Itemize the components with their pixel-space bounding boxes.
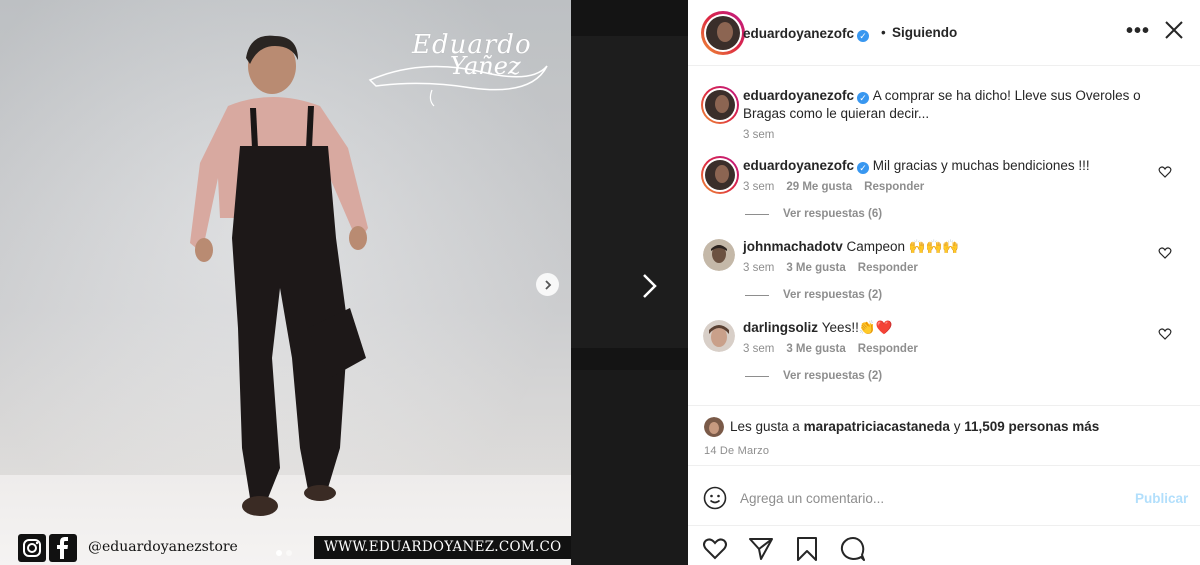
- like-heart-icon[interactable]: [702, 536, 728, 562]
- comment-time[interactable]: 3 sem: [743, 181, 774, 193]
- likes-count-link[interactable]: 11,509 personas más: [964, 419, 1099, 434]
- reply-button[interactable]: Responder: [864, 181, 924, 193]
- comment-likes[interactable]: 3 Me gusta: [786, 343, 845, 355]
- post-details-panel: eduardoyanezofc ✓ • Siguiendo ••• eduardo…: [688, 0, 1200, 565]
- avatar-image: [703, 239, 735, 271]
- publish-button[interactable]: Publicar: [1135, 491, 1188, 506]
- signature-text-last: Yañez: [450, 52, 521, 80]
- comment-likes[interactable]: 29 Me gusta: [786, 181, 852, 193]
- username-link[interactable]: eduardoyanezofc: [743, 26, 854, 41]
- view-replies-label: Ver respuestas (2): [783, 289, 883, 301]
- comment-meta: 3 sem 29 Me gusta Responder: [743, 181, 924, 193]
- avatar-image: [705, 90, 735, 120]
- view-replies-label: Ver respuestas (2): [783, 370, 883, 382]
- post-header: eduardoyanezofc ✓ • Siguiendo •••: [688, 0, 1200, 66]
- comment-time[interactable]: 3 sem: [743, 262, 774, 274]
- chevron-right-icon: [643, 274, 657, 298]
- model-figure-illustration: [190, 35, 368, 516]
- store-handle: @eduardoyanezstore: [88, 539, 238, 555]
- comment-body: Mil gracias y muchas bendiciones !!!: [872, 158, 1090, 173]
- following-button[interactable]: Siguiendo: [892, 25, 957, 40]
- avatar-image: [705, 160, 735, 190]
- instagram-icon: [18, 534, 46, 562]
- facebook-icon: [49, 534, 77, 562]
- comment-composer: Publicar: [688, 465, 1200, 525]
- like-comment-heart-icon[interactable]: [1158, 246, 1172, 260]
- comment-username[interactable]: eduardoyanezofc: [743, 158, 854, 173]
- like-comment-heart-icon[interactable]: [1158, 327, 1172, 341]
- more-options-icon[interactable]: •••: [1126, 20, 1150, 43]
- comment-username[interactable]: johnmachadotv: [743, 239, 843, 254]
- brand-banner: @eduardoyanezstore WWW.EDUARDOYANEZ.COM.…: [0, 528, 571, 565]
- post-date[interactable]: 14 De Marzo: [704, 445, 769, 457]
- comments-list: eduardoyanezofc ✓ A comprar se ha dicho! …: [688, 66, 1200, 406]
- avatar[interactable]: [704, 14, 742, 52]
- header-separator: •: [881, 25, 886, 40]
- comment-time[interactable]: 3 sem: [743, 343, 774, 355]
- comment-input[interactable]: [740, 487, 1110, 509]
- view-replies-button[interactable]: Ver respuestas (2): [745, 370, 882, 382]
- comment-text: darlingsoliz Yees!!👏❤️: [743, 319, 1163, 337]
- avatar-image: [704, 417, 724, 437]
- avatar[interactable]: [703, 320, 735, 352]
- avatar-image: [706, 16, 740, 50]
- reply-button[interactable]: Responder: [858, 262, 918, 274]
- comment-username[interactable]: eduardoyanezofc: [743, 88, 854, 103]
- comment-body: Yees!!👏❤️: [821, 320, 893, 335]
- close-icon[interactable]: [1162, 18, 1186, 42]
- comment-text: eduardoyanezofc ✓ Mil gracias y muchas be…: [743, 157, 1163, 175]
- verified-badge-icon: ✓: [857, 30, 870, 42]
- likes-summary: Les gusta a marapatriciacastaneda y 11,5…: [730, 419, 1099, 434]
- avatar-image: [703, 320, 735, 352]
- share-icon[interactable]: [748, 536, 774, 562]
- liker-avatar[interactable]: [704, 417, 724, 437]
- comment-text: johnmachadotv Campeon 🙌🙌🙌: [743, 238, 1163, 256]
- comment-likes[interactable]: 3 Me gusta: [786, 262, 845, 274]
- comment-meta: 3 sem: [743, 129, 774, 141]
- replies-divider: [745, 213, 769, 215]
- comment-meta: 3 sem 3 Me gusta Responder: [743, 262, 918, 274]
- comment-text: eduardoyanezofc ✓ A comprar se ha dicho! …: [743, 87, 1163, 123]
- carousel-next-button[interactable]: [536, 273, 559, 296]
- post-author[interactable]: eduardoyanezofc ✓: [743, 25, 870, 43]
- save-bookmark-icon[interactable]: [794, 536, 820, 562]
- post-image[interactable]: Eduardo Yañez @eduardoyanezstore WWW.EDU…: [0, 0, 571, 565]
- view-replies-button[interactable]: Ver respuestas (2): [745, 289, 882, 301]
- liker-username[interactable]: marapatriciacastaneda: [804, 419, 950, 434]
- view-replies-button[interactable]: Ver respuestas (6): [745, 208, 882, 220]
- reply-button[interactable]: Responder: [858, 343, 918, 355]
- comment-bubble-icon[interactable]: [840, 536, 866, 562]
- replies-divider: [745, 294, 769, 296]
- emoji-icon[interactable]: [703, 486, 727, 510]
- comment-body: Campeon 🙌🙌🙌: [846, 239, 960, 254]
- next-post-button[interactable]: [630, 268, 670, 304]
- chevron-right-icon: [544, 279, 551, 290]
- website-label: WWW.EDUARDOYANEZ.COM.CO: [314, 536, 571, 559]
- likes-connector: y: [953, 419, 961, 434]
- avatar[interactable]: [703, 88, 737, 122]
- comment-time[interactable]: 3 sem: [743, 129, 774, 141]
- social-icons: [18, 534, 77, 562]
- avatar[interactable]: [703, 158, 737, 192]
- post-viewer: Eduardo Yañez @eduardoyanezstore WWW.EDU…: [0, 0, 1200, 565]
- backdrop-block: [571, 370, 688, 565]
- verified-badge-icon: ✓: [857, 92, 870, 104]
- post-actions: [688, 525, 1200, 565]
- comment-username[interactable]: darlingsoliz: [743, 320, 818, 335]
- likes-prefix: Les gusta a: [730, 419, 800, 434]
- view-replies-label: Ver respuestas (6): [783, 208, 883, 220]
- verified-badge-icon: ✓: [857, 162, 870, 174]
- like-comment-heart-icon[interactable]: [1158, 165, 1172, 179]
- comment-meta: 3 sem 3 Me gusta Responder: [743, 343, 918, 355]
- likes-section: Les gusta a marapatriciacastaneda y 11,5…: [688, 405, 1200, 465]
- replies-divider: [745, 375, 769, 377]
- avatar[interactable]: [703, 239, 735, 271]
